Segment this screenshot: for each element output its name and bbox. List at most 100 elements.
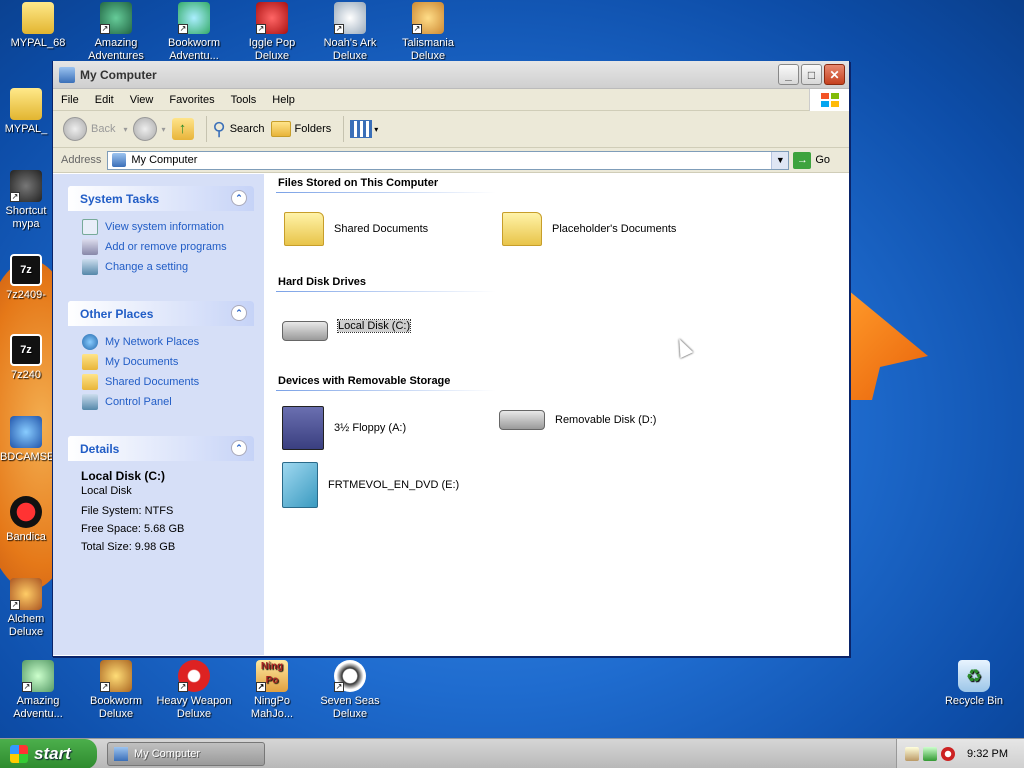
section-divider	[276, 291, 496, 292]
heavy-weapon-icon[interactable]: ↗ Heavy Weapon Deluxe	[156, 660, 232, 721]
system-tasks-header[interactable]: System Tasks ⌃	[68, 186, 254, 211]
menu-help[interactable]: Help	[264, 94, 303, 106]
my-computer-window[interactable]: My Computer _ □ ✕ File Edit View Favorit…	[52, 61, 850, 657]
title-bar[interactable]: My Computer _ □ ✕	[53, 61, 849, 89]
folder-icon	[502, 212, 542, 246]
my-network-places-link[interactable]: My Network Places	[82, 332, 254, 352]
details-free-space: Free Space: 5.68 GB	[81, 523, 185, 535]
shared-documents-link[interactable]: Shared Documents	[82, 372, 254, 392]
bandicam-icon[interactable]: Bandica	[0, 496, 52, 544]
alchemy-icon[interactable]: ↗ Alchem Deluxe	[0, 578, 52, 639]
dvd-icon	[282, 462, 318, 508]
noahs-ark-icon[interactable]: ↗ Noah's Ark Deluxe	[312, 2, 388, 60]
mypal-icon[interactable]: MYPAL_68	[0, 2, 76, 50]
menu-favorites[interactable]: Favorites	[161, 94, 222, 106]
forward-arrow-icon	[133, 117, 158, 141]
details-type: Local Disk	[81, 485, 132, 497]
tray-network-icon[interactable]	[923, 747, 937, 761]
search-icon: ⚲	[212, 118, 226, 139]
windows-logo-icon	[809, 89, 849, 111]
shared-documents-item[interactable]: Shared Documents	[284, 212, 428, 246]
folders-button[interactable]: Folders	[270, 121, 331, 137]
start-button[interactable]: start	[0, 738, 97, 768]
ningpo-icon[interactable]: Ning Po ↗ NingPo MahJo...	[234, 660, 310, 721]
compass-icon: ↗	[100, 2, 132, 34]
tray-tool-icon[interactable]	[905, 747, 919, 761]
amazing-adventures-icon[interactable]: ↗ Amazing Adventures	[78, 2, 154, 60]
address-dropdown-button[interactable]: ▼	[771, 151, 789, 169]
control-panel-link[interactable]: Control Panel	[82, 392, 254, 412]
toolbar-separator	[343, 116, 345, 142]
forward-button[interactable]: ▾	[133, 117, 166, 141]
removable-disk-item[interactable]: Removable Disk (D:)	[499, 410, 656, 430]
bdcam-icon[interactable]: BDCAMSE	[0, 416, 52, 464]
floppy-drive-item[interactable]: 3½ Floppy (A:)	[282, 406, 406, 450]
seven-seas-icon[interactable]: ↗ Seven Seas Deluxe	[312, 660, 388, 721]
placeholder-documents-item[interactable]: Placeholder's Documents	[502, 212, 676, 246]
system-info-icon	[82, 219, 98, 235]
toolbar: Back ▾ ▾ ↑ ⚲ Search Folders ▾	[53, 111, 849, 148]
computer-icon	[112, 153, 127, 167]
target-icon: ↗	[178, 660, 210, 692]
7z-logo-icon: 7z	[10, 334, 42, 366]
recycle-bin-icon[interactable]: ♻ Recycle Bin	[936, 660, 1012, 708]
book-icon: ↗	[100, 660, 132, 692]
section-divider	[276, 192, 496, 193]
menu-tools[interactable]: Tools	[223, 94, 265, 106]
collapse-icon[interactable]: ⌃	[231, 190, 247, 206]
view-system-info-link[interactable]: View system information	[82, 217, 254, 237]
control-panel-icon	[82, 259, 98, 275]
removable-section-header: Devices with Removable Storage	[278, 375, 451, 387]
minimize-button[interactable]: _	[778, 64, 799, 85]
system-tasks-panel: System Tasks ⌃ View system information A…	[68, 186, 254, 285]
collapse-icon[interactable]: ⌃	[231, 440, 247, 456]
7zip-2-icon[interactable]: 7z 7z240	[0, 334, 52, 382]
views-button[interactable]: ▾	[350, 120, 378, 138]
clock[interactable]: 9:32 PM	[967, 748, 1008, 760]
close-button[interactable]: ✕	[824, 64, 845, 85]
installer-icon	[10, 416, 42, 448]
maximize-button[interactable]: □	[801, 64, 822, 85]
menu-edit[interactable]: Edit	[87, 94, 122, 106]
hard-disk-icon	[282, 321, 328, 341]
amazing-adventures-2-icon[interactable]: ↗ Amazing Adventu...	[0, 660, 76, 721]
change-setting-link[interactable]: Change a setting	[82, 257, 254, 277]
search-button[interactable]: ⚲ Search	[213, 119, 265, 140]
task-pane: System Tasks ⌃ View system information A…	[53, 174, 264, 655]
address-input[interactable]: My Computer ▼	[107, 150, 790, 170]
back-button[interactable]: Back ▾	[63, 117, 127, 141]
browser-icon: ↗	[10, 170, 42, 202]
details-panel: Details ⌃ Local Disk (C:) Local Disk Fil…	[68, 436, 254, 564]
taskbar: start My Computer 9:32 PM	[0, 738, 1024, 768]
7zip-icon[interactable]: 7z 7z2409-	[0, 254, 52, 302]
bookworm-adventures-icon[interactable]: ↗ Bookworm Adventu...	[156, 2, 232, 60]
bookworm-deluxe-icon[interactable]: ↗ Bookworm Deluxe	[78, 660, 154, 721]
talismania-icon[interactable]: ↗ Talismania Deluxe	[390, 2, 466, 60]
computer-icon	[114, 746, 128, 761]
details-filesystem: File System: NTFS	[81, 505, 174, 517]
go-button[interactable]: → Go	[793, 151, 830, 169]
shortcut-mypal-icon[interactable]: ↗ Shortcut mypa	[0, 170, 52, 231]
window-title: My Computer	[80, 67, 157, 82]
details-header[interactable]: Details ⌃	[68, 436, 254, 461]
alchemy-logo-icon: ↗	[10, 578, 42, 610]
other-places-header[interactable]: Other Places ⌃	[68, 301, 254, 326]
network-icon	[82, 334, 98, 350]
add-remove-programs-link[interactable]: Add or remove programs	[82, 237, 254, 257]
collapse-icon[interactable]: ⌃	[231, 305, 247, 321]
views-icon	[350, 120, 373, 138]
mypal-folder-icon[interactable]: MYPAL_	[0, 88, 52, 136]
dvd-drive-item[interactable]: FRTMEVOL_EN_DVD (E:)	[282, 462, 459, 508]
tray-security-icon[interactable]	[941, 747, 955, 761]
menu-file[interactable]: File	[53, 94, 87, 106]
iggle-pop-icon[interactable]: ↗ Iggle Pop Deluxe	[234, 2, 310, 60]
folder-icon	[82, 374, 98, 390]
content-area: Files Stored on This Computer Shared Doc…	[264, 174, 849, 655]
my-documents-link[interactable]: My Documents	[82, 352, 254, 372]
floppy-icon	[282, 406, 324, 450]
taskbar-my-computer-button[interactable]: My Computer	[107, 741, 265, 766]
up-button[interactable]: ↑	[171, 118, 194, 140]
local-disk-item[interactable]: Local Disk (C:)	[282, 311, 412, 341]
menu-view[interactable]: View	[122, 94, 162, 106]
hdd-section-header: Hard Disk Drives	[278, 276, 367, 288]
